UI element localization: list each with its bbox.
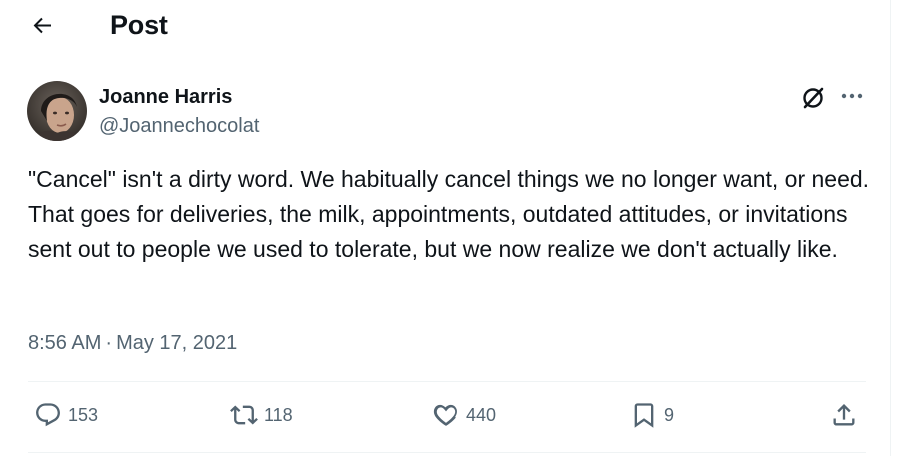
avatar-photo: [27, 81, 87, 141]
top-bar: Post: [0, 0, 890, 52]
grok-button[interactable]: [800, 84, 828, 112]
share-icon: [828, 399, 860, 431]
author-name[interactable]: Joanne Harris: [99, 84, 232, 110]
divider: [28, 381, 866, 382]
like-button[interactable]: 440: [430, 398, 496, 432]
more-horizontal-icon: [841, 93, 863, 99]
post-text: "Cancel" isn't a dirty word. We habitual…: [28, 166, 870, 262]
bookmark-count: 9: [664, 404, 675, 425]
reply-icon: [32, 399, 64, 431]
reply-count: 153: [68, 404, 99, 425]
more-options-button[interactable]: [838, 84, 866, 108]
repost-button[interactable]: 118: [228, 398, 293, 432]
arrow-left-icon: [33, 17, 51, 34]
share-button[interactable]: [828, 398, 860, 432]
avatar[interactable]: [27, 81, 87, 141]
timestamp-separator: ·: [105, 332, 113, 354]
repost-icon: [228, 399, 260, 431]
page-title: Post: [110, 10, 168, 40]
grok-icon: [803, 87, 824, 109]
post-timestamp: 8:56 AM · May 17, 2021: [28, 329, 237, 357]
post-date[interactable]: May 17, 2021: [116, 332, 237, 354]
repost-count: 118: [264, 404, 293, 425]
post-detail-panel: Post Joanne Harris @Joannechocolat "Canc…: [0, 0, 891, 456]
post-time[interactable]: 8:56 AM: [28, 332, 101, 354]
bookmark-button[interactable]: 9: [628, 398, 674, 432]
like-count: 440: [466, 404, 497, 425]
author-handle[interactable]: @Joannechocolat: [99, 113, 259, 139]
bottom-divider: [28, 452, 866, 453]
back-button[interactable]: [26, 8, 60, 42]
reply-button[interactable]: 153: [32, 398, 98, 432]
bookmark-icon: [628, 399, 660, 431]
heart-icon: [430, 399, 462, 431]
